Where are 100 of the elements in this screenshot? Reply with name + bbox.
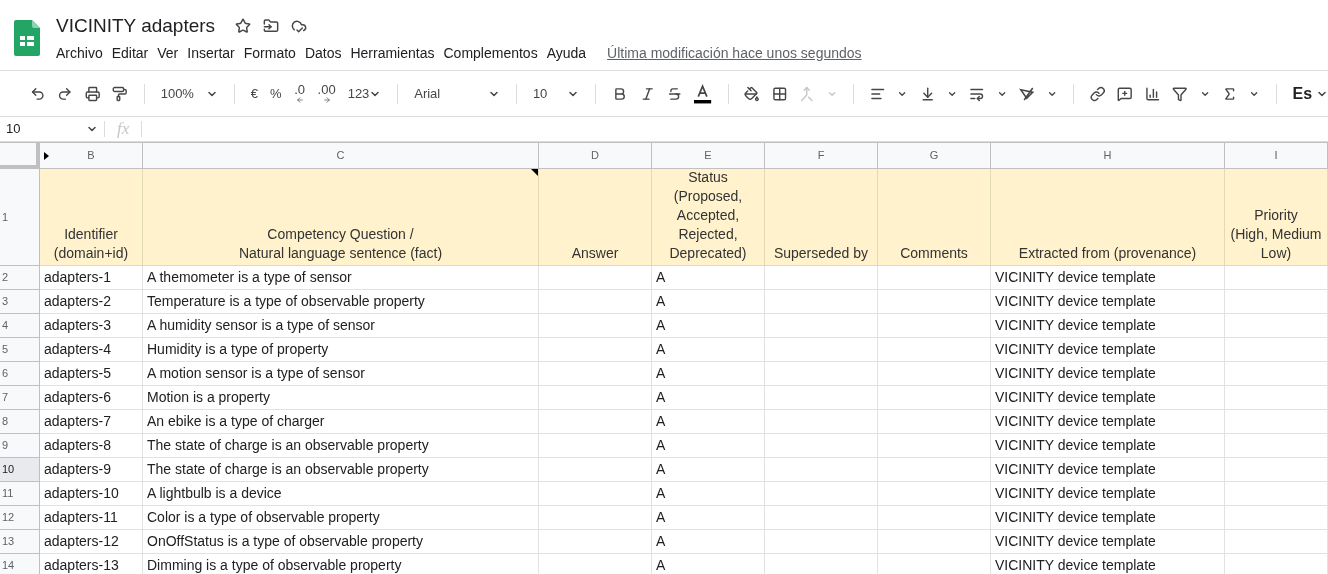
menu-item[interactable]: Ver <box>157 43 179 64</box>
row-header[interactable]: 4 <box>0 314 40 338</box>
table-cell: VICINITY device template <box>991 554 1225 574</box>
table-cell: VICINITY device template <box>991 530 1225 554</box>
document-title[interactable]: VICINITY adapters <box>56 14 216 38</box>
table-cell: adapters-5 <box>40 362 143 386</box>
table-cell: Color is a type of observable property <box>143 506 539 530</box>
text-color-icon[interactable] <box>694 82 712 105</box>
table-cell: The state of charge is an observable property <box>143 458 539 482</box>
spreadsheet-logo[interactable] <box>14 20 40 56</box>
row-header[interactable]: 3 <box>0 290 40 314</box>
star-icon[interactable] <box>235 18 252 34</box>
header-cell: Competency Question / Natural language sentence (fact) <box>143 169 539 266</box>
row-header[interactable]: 8 <box>0 410 40 434</box>
table-cell: Dimming is a type of observable property <box>143 554 539 574</box>
cloud-icon[interactable] <box>291 18 308 34</box>
table-cell: adapters-3 <box>40 314 143 338</box>
row-header[interactable]: 5 <box>0 338 40 362</box>
input-tools-button[interactable]: Es <box>1292 81 1328 106</box>
table-cell: adapters-6 <box>40 386 143 410</box>
table-cell: adapters-13 <box>40 554 143 574</box>
table-cell: A <box>652 338 765 362</box>
hidden-column-icon[interactable] <box>44 151 49 160</box>
increase-decimals-button[interactable]: .00 <box>317 83 336 104</box>
last-edit-link[interactable]: Última modificación hace unos segundos <box>607 43 862 64</box>
menu-item[interactable]: Complementos <box>443 43 538 64</box>
row-header[interactable]: 2 <box>0 266 40 290</box>
row-header[interactable]: 13 <box>0 530 40 554</box>
table-cell: A <box>652 266 765 290</box>
menu-item[interactable]: Editar <box>111 43 149 64</box>
table-cell: VICINITY device template <box>991 314 1225 338</box>
print-icon[interactable] <box>84 84 101 103</box>
header-cell: Identifier (domain+id) <box>40 169 143 266</box>
formula-label: fx <box>116 118 131 141</box>
header-cell: Extracted from (provenance) <box>991 169 1225 266</box>
table-cell: adapters-10 <box>40 482 143 506</box>
currency-button[interactable]: € <box>250 83 258 104</box>
row-header[interactable]: 6 <box>0 362 40 386</box>
table-cell: adapters-1 <box>40 266 143 290</box>
table-cell: A <box>652 482 765 506</box>
table-cell: adapters-4 <box>40 338 143 362</box>
row-header[interactable]: 12 <box>0 506 40 530</box>
table-cell: A themometer is a type of sensor <box>143 266 539 290</box>
header-cell: Status (Proposed, Accepted, Rejected, Deprecated) <box>652 169 765 266</box>
table-cell: VICINITY device template <box>991 458 1225 482</box>
row-header[interactable]: 14 <box>0 554 40 574</box>
table-cell: A <box>652 434 765 458</box>
table-cell: adapters-12 <box>40 530 143 554</box>
table-cell: adapters-9 <box>40 458 143 482</box>
table-cell: OnOffStatus is a type of observable property <box>143 530 539 554</box>
corner-cell[interactable] <box>0 143 40 169</box>
borders-icon[interactable] <box>771 84 788 103</box>
table-cell: A <box>652 458 765 482</box>
table-cell: A <box>652 506 765 530</box>
decrease-decimals-button[interactable]: .0 <box>293 83 306 104</box>
zoom-dropdown[interactable]: 100% <box>160 83 218 104</box>
header-cell: Superseded by <box>765 169 878 266</box>
table-cell: A <box>652 290 765 314</box>
menu-item[interactable]: Ayuda <box>546 43 587 64</box>
name-box[interactable]: 10 <box>0 119 104 139</box>
menu-item[interactable]: Formato <box>243 43 296 64</box>
table-cell: A lightbulb is a device <box>143 482 539 506</box>
table-cell: adapters-2 <box>40 290 143 314</box>
header-cell: Priority (High, Medium Low) <box>1225 169 1328 266</box>
table-cell: adapters-11 <box>40 506 143 530</box>
paint-format-icon[interactable] <box>112 84 128 103</box>
menu-item[interactable]: Insertar <box>187 43 235 64</box>
menu-item[interactable]: Archivo <box>56 43 103 64</box>
row-header[interactable]: 1 <box>0 169 40 266</box>
number-format-dropdown[interactable]: 123 <box>347 83 382 104</box>
folder-icon[interactable] <box>263 18 280 34</box>
comment-icon[interactable] <box>1117 84 1133 103</box>
fill-color-icon[interactable] <box>744 84 760 103</box>
table-cell: Humidity is a type of property <box>143 338 539 362</box>
row-header[interactable]: 9 <box>0 434 40 458</box>
table-cell: VICINITY device template <box>991 362 1225 386</box>
percent-button[interactable]: % <box>270 83 282 104</box>
table-cell: A motion sensor is a type of sensor <box>143 362 539 386</box>
table-cell: VICINITY device template <box>991 410 1225 434</box>
menu-item[interactable]: Herramientas <box>350 43 435 64</box>
font-dropdown[interactable]: Arial <box>414 83 501 104</box>
table-cell: adapters-8 <box>40 434 143 458</box>
table-cell: A humidity sensor is a type of sensor <box>143 314 539 338</box>
table-cell: VICINITY device template <box>991 290 1225 314</box>
table-cell: A <box>652 554 765 574</box>
filter-icon[interactable] <box>1172 84 1188 103</box>
table-cell: A <box>652 314 765 338</box>
row-header[interactable]: 7 <box>0 386 40 410</box>
table-cell: VICINITY device template <box>991 482 1225 506</box>
link-icon[interactable] <box>1089 84 1106 103</box>
row-header[interactable]: 11 <box>0 482 40 506</box>
header-cell: Comments <box>878 169 991 266</box>
table-cell: VICINITY device template <box>991 338 1225 362</box>
table-cell: A <box>652 410 765 434</box>
row-header[interactable]: 10 <box>0 458 40 482</box>
table-cell: An ebike is a type of charger <box>143 410 539 434</box>
menu-item[interactable]: Datos <box>304 43 342 64</box>
table-cell: Motion is a property <box>143 386 539 410</box>
header-cell: Answer <box>539 169 652 266</box>
font-size-dropdown[interactable]: 10 <box>532 83 580 104</box>
